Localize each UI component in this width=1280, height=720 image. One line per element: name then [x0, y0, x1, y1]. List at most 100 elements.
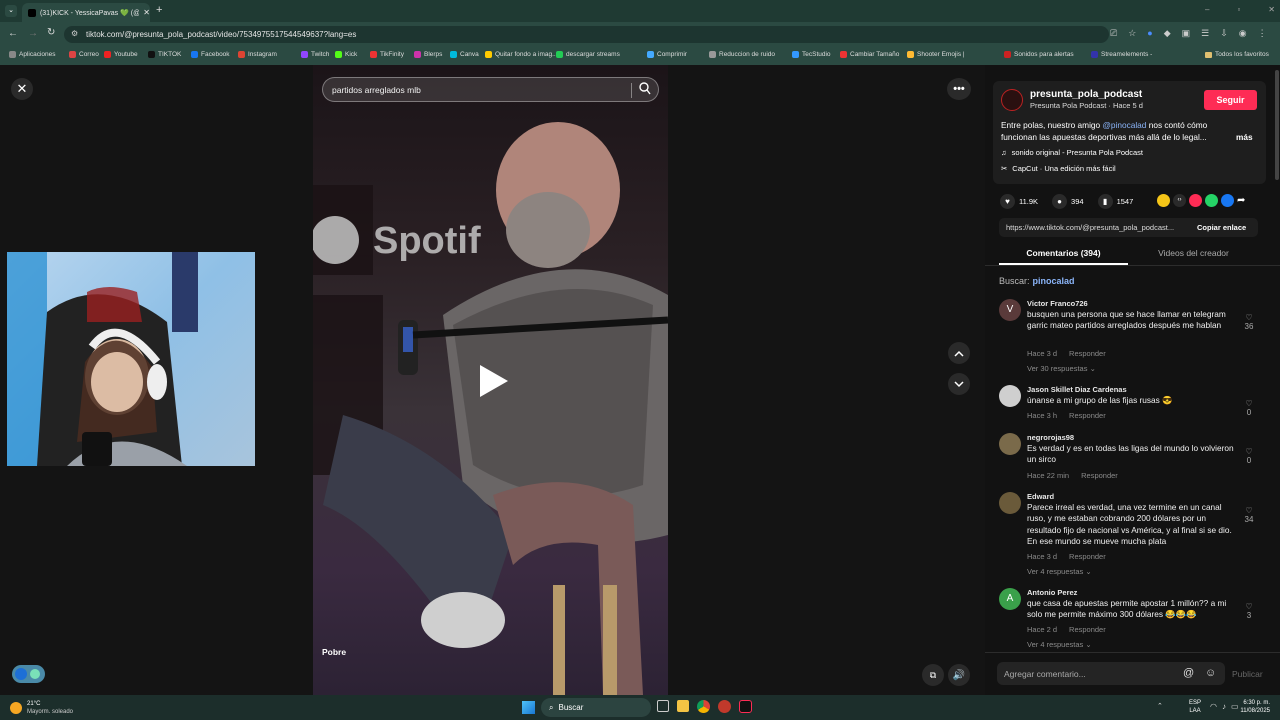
bookmark-item[interactable]: TecStudio	[792, 51, 831, 58]
comment-like[interactable]: ♡ 0	[1241, 447, 1257, 465]
reply-button[interactable]: Responder	[1069, 625, 1106, 634]
comment-author[interactable]: Antonio Perez	[1027, 588, 1077, 597]
stream-widget-toggle[interactable]	[12, 665, 45, 683]
embed-icon[interactable]: ‹›	[1173, 194, 1186, 207]
avatar[interactable]	[999, 385, 1021, 407]
whatsapp-icon[interactable]	[1205, 194, 1218, 207]
post-button[interactable]: Publicar	[1232, 669, 1263, 679]
app-icon[interactable]	[718, 700, 731, 713]
tab-comments[interactable]: Comentarios (394)	[999, 248, 1128, 258]
reload-icon[interactable]: ↻	[47, 27, 55, 38]
reply-button[interactable]: Responder	[1081, 471, 1118, 480]
tab-menu-button[interactable]: ⌄	[5, 5, 17, 17]
copy-link-button[interactable]: Copiar enlace	[1197, 223, 1246, 232]
more-options-button[interactable]: •••	[947, 78, 971, 100]
bookmark-item[interactable]: TIKTOK	[148, 51, 181, 58]
bookmark-item[interactable]: descargar streams	[556, 51, 620, 58]
all-favorites[interactable]: Todos los favoritos	[1205, 51, 1269, 58]
bookmark-item[interactable]: Reduccion de ruido	[709, 51, 775, 58]
comment-author[interactable]: Victor Franco726	[1027, 299, 1088, 308]
previous-video-button[interactable]	[948, 342, 970, 364]
search-input[interactable]: partidos arreglados mlb	[322, 77, 659, 102]
repost-icon[interactable]	[1189, 194, 1202, 207]
view-replies[interactable]: Ver 4 respuestas ⌄	[1027, 640, 1092, 649]
extension-puzzle-icon[interactable]: ▣	[1182, 28, 1191, 39]
forward-icon[interactable]: →	[28, 28, 38, 39]
browser-menu-icon[interactable]: ⋮	[1258, 28, 1267, 39]
like-icon[interactable]: ♥	[1000, 194, 1015, 209]
task-view-icon[interactable]	[657, 700, 669, 712]
emoji-icon[interactable]: ☺	[1205, 667, 1216, 679]
bookmark-item[interactable]: Blerps	[414, 51, 442, 58]
comment-author[interactable]: Edward	[1027, 492, 1054, 501]
extension-icon[interactable]: ●	[1147, 28, 1152, 39]
bookmark-item[interactable]: Twitch	[301, 51, 329, 58]
browser-tab-active[interactable]: (31)KICK - YessicaPavas 💚 (@ ✕	[22, 3, 150, 22]
extension-diamond-icon[interactable]: ◆	[1164, 28, 1171, 39]
reply-button[interactable]: Responder	[1069, 349, 1106, 358]
clock[interactable]: 6:30 p. m. 11/08/2025	[1238, 699, 1270, 715]
comment-author[interactable]: Jason Skillet Diaz Cardenas	[1027, 385, 1127, 394]
minimize-icon[interactable]: –	[1205, 5, 1209, 14]
new-tab-button[interactable]: +	[156, 4, 162, 16]
mention-icon[interactable]: @	[1183, 667, 1194, 679]
site-info-icon[interactable]: ⚙	[71, 29, 78, 38]
bookmark-icon[interactable]: ▮	[1097, 194, 1113, 209]
facebook-icon[interactable]	[1221, 194, 1234, 207]
speaker-icon[interactable]: ♪	[1222, 702, 1226, 711]
bookmark-star-icon[interactable]: ☆	[1128, 28, 1136, 39]
weather-widget[interactable]: 21°C Mayorm. soleado	[10, 700, 73, 716]
comment-like[interactable]: ♡ 3	[1241, 602, 1257, 620]
volume-button[interactable]: 🔊	[948, 664, 970, 686]
bookmark-item[interactable]: Comprimir	[647, 51, 687, 58]
tray-chevron-icon[interactable]: ⌃	[1157, 702, 1163, 710]
search-icon[interactable]	[639, 82, 651, 98]
tab-creator-videos[interactable]: Videos del creador	[1129, 248, 1258, 258]
play-icon[interactable]	[478, 363, 510, 402]
comment-author[interactable]: negrorojas98	[1027, 433, 1074, 442]
reply-button[interactable]: Responder	[1069, 552, 1106, 561]
avatar[interactable]	[999, 492, 1021, 514]
creator-username[interactable]: presunta_pola_podcast	[1030, 89, 1142, 100]
close-video-button[interactable]: ✕	[11, 78, 33, 100]
follow-button[interactable]: Seguir	[1204, 90, 1257, 110]
taskbar-search[interactable]: ⌕ Buscar	[541, 698, 651, 717]
more-link[interactable]: más	[1236, 132, 1253, 142]
reply-button[interactable]: Responder	[1069, 411, 1106, 420]
avatar[interactable]: A	[999, 588, 1021, 610]
next-video-button[interactable]	[948, 373, 970, 395]
download-icon[interactable]: ⇩	[1220, 28, 1228, 39]
bookmark-item[interactable]: Sonidos para alertas	[1004, 51, 1074, 58]
bookmark-item[interactable]: Streamelements -	[1091, 51, 1152, 58]
back-icon[interactable]: ←	[8, 28, 18, 39]
avatar[interactable]	[999, 433, 1021, 455]
wifi-icon[interactable]: ◠	[1210, 702, 1217, 711]
comment-input[interactable]: Agregar comentario... @ ☺	[997, 662, 1225, 685]
share-arrow-icon[interactable]: ➦	[1237, 194, 1245, 207]
reading-list-icon[interactable]: ☰	[1201, 28, 1209, 39]
bookmark-item[interactable]: Kick	[335, 51, 357, 58]
view-replies[interactable]: Ver 4 respuestas ⌄	[1027, 567, 1092, 576]
windows-start-icon[interactable]	[522, 701, 535, 714]
bookmark-item[interactable]: Instagram	[238, 51, 277, 58]
bookmark-item[interactable]: Quitar fondo a imag...	[485, 51, 558, 58]
bookmark-item[interactable]: Youtube	[104, 51, 138, 58]
maximize-icon[interactable]: ▫	[1237, 5, 1240, 14]
bookmark-item[interactable]: Facebook	[191, 51, 230, 58]
bookmark-item[interactable]: Cambiar Tamaño	[840, 51, 899, 58]
profile-avatar-icon[interactable]: ◉	[1239, 28, 1247, 39]
close-window-icon[interactable]: ✕	[1268, 5, 1275, 14]
view-replies[interactable]: Ver 30 respuestas ⌄	[1027, 364, 1096, 373]
tiktok-app-icon[interactable]	[739, 700, 752, 713]
bookmark-item[interactable]: Aplicaciones	[9, 51, 56, 58]
mention-link[interactable]: @pinocalad	[1102, 120, 1146, 130]
language-indicator[interactable]: ESP LAA	[1189, 699, 1201, 715]
comment-like[interactable]: ♡ 0	[1241, 399, 1257, 417]
comment-like[interactable]: ♡ 36	[1241, 313, 1257, 331]
search-hint-term[interactable]: pinocalad	[1033, 276, 1075, 286]
bookmark-item[interactable]: TikFinity	[370, 51, 404, 58]
cast-icon[interactable]: ⎚	[1110, 28, 1117, 39]
avatar[interactable]: V	[999, 299, 1021, 321]
chrome-icon[interactable]	[697, 700, 710, 713]
url-field[interactable]: ⚙ tiktok.com/@presunta_pola_podcast/vide…	[64, 26, 1109, 43]
